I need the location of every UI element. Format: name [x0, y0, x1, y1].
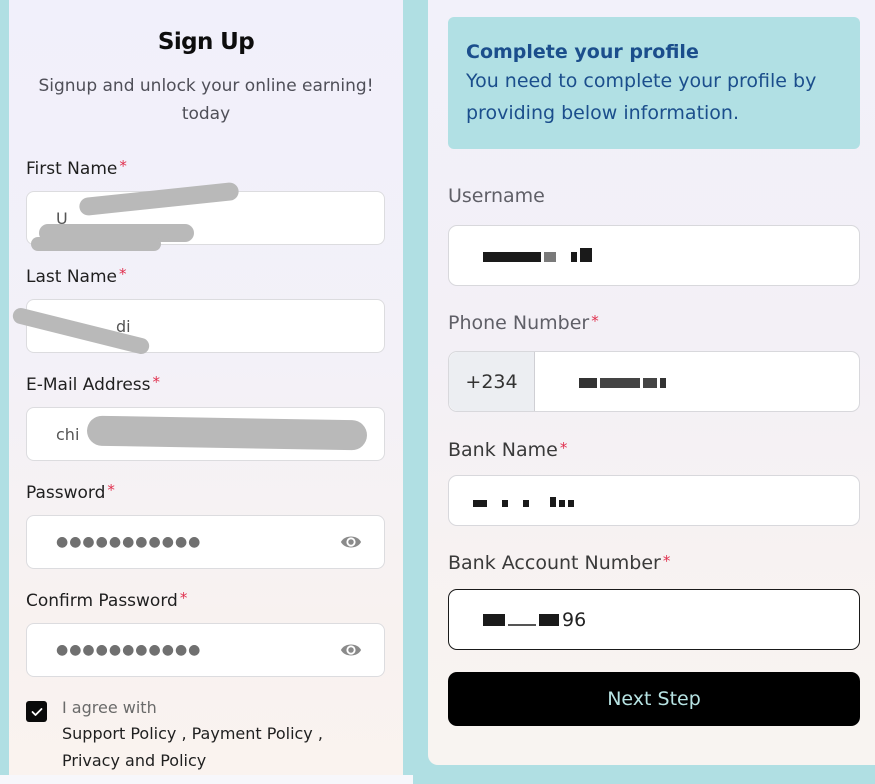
confirm-password-input[interactable]: ●●●●●●●●●●●: [26, 623, 385, 677]
bank-name-label-text: Bank Name: [448, 439, 558, 461]
agree-checkbox[interactable]: [26, 701, 47, 722]
password-input[interactable]: ●●●●●●●●●●●: [26, 515, 385, 569]
bank-name-input[interactable]: [448, 475, 860, 526]
required-asterisk: *: [591, 312, 599, 330]
confirm-password-value: ●●●●●●●●●●●: [56, 642, 202, 658]
signup-subtitle: Signup and unlock your online earning! t…: [38, 76, 374, 124]
bank-name-label: Bank Name *: [448, 439, 567, 461]
eye-icon[interactable]: [340, 532, 362, 552]
checkmark-icon: [31, 707, 42, 716]
required-asterisk: *: [119, 157, 127, 175]
phone-input[interactable]: +234: [448, 351, 860, 412]
required-asterisk: *: [152, 373, 161, 391]
alert-title: Complete your profile: [466, 41, 699, 63]
first-name-label: First Name *: [26, 157, 127, 179]
password-value: ●●●●●●●●●●●: [56, 534, 202, 550]
privacy-policy-link[interactable]: Privacy and Policy: [62, 751, 206, 770]
agree-text: I agree with: [62, 698, 157, 717]
last-name-label: Last Name *: [26, 265, 127, 287]
email-label-text: E-Mail Address: [26, 375, 151, 395]
eye-icon[interactable]: [340, 640, 362, 660]
phone-label-text: Phone Number: [448, 312, 590, 334]
profile-alert: Complete your profile You need to comple…: [448, 17, 860, 149]
required-asterisk: *: [118, 265, 127, 283]
required-asterisk: *: [662, 552, 671, 570]
required-asterisk: *: [107, 481, 115, 499]
phone-redacted-value: [579, 371, 669, 393]
first-name-label-text: First Name: [26, 159, 118, 179]
redaction-scribble: [31, 237, 161, 251]
username-label: Username: [448, 185, 545, 207]
bottom-strip: [0, 775, 413, 784]
required-asterisk: *: [179, 589, 188, 607]
signup-panel: Sign Up Signup and unlock your online ea…: [9, 0, 403, 784]
username-redacted-value: [483, 245, 595, 267]
password-label: Password *: [26, 481, 115, 503]
email-label: E-Mail Address *: [26, 373, 161, 395]
username-input[interactable]: [448, 225, 860, 286]
password-label-text: Password: [26, 483, 106, 503]
bank-account-redacted-value: [483, 609, 562, 631]
alert-body: You need to complete your profile by pro…: [466, 70, 817, 124]
required-asterisk: *: [559, 439, 568, 457]
signup-title: Sign Up: [157, 29, 255, 55]
redaction-scribble: [86, 415, 368, 451]
last-name-label-text: Last Name: [26, 267, 117, 287]
next-step-button[interactable]: Next Step: [448, 672, 860, 726]
confirm-password-label: Confirm Password *: [26, 589, 188, 611]
email-value: chi: [56, 424, 80, 444]
confirm-password-label-text: Confirm Password: [26, 591, 178, 611]
phone-label: Phone Number *: [448, 312, 599, 334]
bank-name-redacted-value: [473, 490, 577, 512]
country-code-prefix: +234: [449, 352, 535, 411]
profile-panel: Complete your profile You need to comple…: [428, 0, 875, 765]
bank-account-label: Bank Account Number *: [448, 552, 670, 574]
policy-links-line-1[interactable]: Support Policy , Payment Policy ,: [62, 724, 323, 743]
bank-account-label-text: Bank Account Number: [448, 552, 661, 574]
bank-account-input[interactable]: 96: [448, 589, 860, 650]
bank-account-suffix: 96: [562, 608, 587, 631]
